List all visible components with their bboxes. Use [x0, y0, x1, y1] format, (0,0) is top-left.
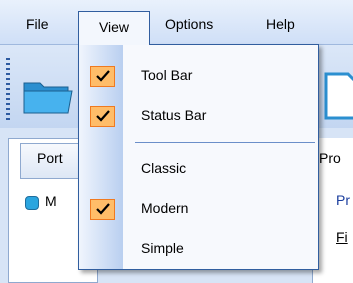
menu-options[interactable]: Options: [165, 10, 213, 38]
tab-properties-label[interactable]: Pro: [319, 150, 341, 166]
menu-item-label: Simple: [141, 240, 184, 256]
right-pane-link-2[interactable]: Fi: [336, 229, 348, 245]
menu-bar: File Options Help: [0, 0, 353, 44]
toolbar-grip-handle[interactable]: [6, 58, 10, 120]
menu-file[interactable]: File: [26, 10, 49, 38]
menu-item-classic[interactable]: Classic: [79, 150, 318, 188]
node-icon: [25, 196, 39, 210]
menu-view[interactable]: View: [78, 11, 150, 45]
tab-port-label: Port: [37, 150, 63, 166]
checkmark-icon: [90, 199, 115, 220]
menu-item-label: Tool Bar: [141, 67, 193, 83]
menu-item-label: Modern: [141, 200, 189, 216]
menu-item-tool-bar[interactable]: Tool Bar: [79, 57, 318, 95]
right-pane-link[interactable]: Pr: [336, 192, 350, 208]
folder-icon[interactable]: [22, 75, 74, 115]
menu-separator: [135, 142, 315, 143]
menu-item-status-bar[interactable]: Status Bar: [79, 97, 318, 135]
menu-item-label: Classic: [141, 160, 187, 176]
tree-node-label[interactable]: M: [45, 193, 57, 209]
menu-help[interactable]: Help: [266, 10, 295, 38]
menu-item-modern[interactable]: Modern: [79, 190, 318, 228]
checkmark-icon: [90, 106, 115, 127]
menu-item-label: Status Bar: [141, 107, 207, 123]
checkmark-icon: [90, 66, 115, 87]
menu-item-simple[interactable]: Simple: [79, 230, 318, 268]
view-menu-dropdown: Tool Bar Status Bar Classic Modern Simpl…: [78, 44, 319, 270]
document-icon[interactable]: [318, 70, 353, 122]
